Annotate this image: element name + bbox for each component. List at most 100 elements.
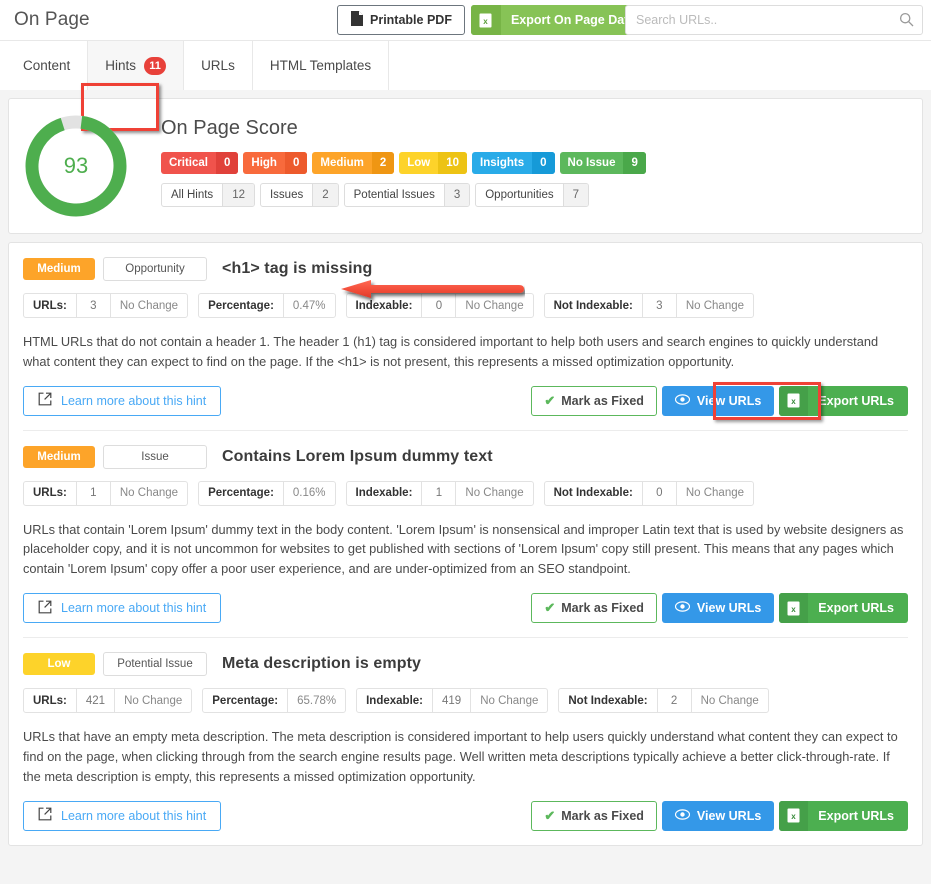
tab-content[interactable]: Content [6, 41, 89, 90]
hint-header: Medium Issue Contains Lorem Ipsum dummy … [23, 444, 908, 469]
view-urls-button[interactable]: View URLs [661, 800, 775, 831]
severity-badges: Critical 0 High 0 Medium 2 Low 10 Insigh… [161, 152, 646, 174]
hint-title: <h1> tag is missing [222, 260, 373, 277]
hint-action-buttons: ✔ Mark as Fixed View URLs x Export URLs [531, 800, 908, 831]
hint-title: Meta description is empty [222, 655, 421, 673]
header-actions: Printable PDF x Export On Page Data [337, 5, 650, 35]
stat-value: 3 [641, 294, 676, 317]
severity-badge-low[interactable]: Low 10 [399, 152, 468, 174]
severity-badge-insights[interactable]: Insights 0 [472, 152, 555, 174]
learn-more-button[interactable]: Learn more about this hint [23, 385, 222, 416]
stat-key: Indexable: [355, 487, 413, 500]
score-details: On Page Score Critical 0 High 0 Medium 2… [129, 113, 646, 219]
on-page-score-card: 93 On Page Score Critical 0 High 0 Mediu… [8, 98, 923, 234]
export-urls-button[interactable]: x Export URLs [779, 385, 908, 416]
hint-header: Low Potential Issue Meta description is … [23, 652, 908, 677]
stat-percentage: Percentage: 0.16% [198, 480, 336, 506]
stat-urls: URLs: 421 No Change [23, 688, 193, 714]
severity-badge-no-issue[interactable]: No Issue 9 [559, 152, 646, 174]
severity-count: 0 [284, 152, 308, 174]
hint-severity-badge[interactable]: Medium [23, 258, 95, 280]
stat-value: 3 [75, 294, 110, 317]
filter-issues[interactable]: Issues 2 [259, 183, 339, 207]
hint-type-badge[interactable]: Potential Issue [103, 652, 207, 677]
hint-description: URLs that have an empty meta description… [23, 729, 898, 784]
severity-label: Medium [320, 157, 364, 169]
stat-change: No Change [690, 689, 768, 713]
printable-pdf-button[interactable]: Printable PDF [337, 5, 465, 35]
stat-not-indexable: Not Indexable: 0 No Change [543, 480, 755, 506]
hint-title: Contains Lorem Ipsum dummy text [222, 447, 493, 465]
severity-label: High [251, 157, 277, 169]
export-urls-label: Export URLs [818, 393, 894, 408]
hint-severity-badge[interactable]: Low [23, 653, 95, 676]
severity-count: 2 [371, 152, 395, 174]
stat-value: 0.16% [282, 481, 335, 505]
export-on-page-data-button[interactable]: x Export On Page Data [470, 5, 650, 35]
tab-hints[interactable]: Hints 11 [88, 41, 185, 90]
external-link-icon [38, 392, 52, 409]
filter-all-hints[interactable]: All Hints 12 [161, 183, 255, 207]
score-donut-chart: 93 [23, 113, 129, 219]
tab-hints-label: Hints [105, 58, 137, 73]
view-urls-button[interactable]: View URLs [661, 593, 775, 624]
search-urls-input[interactable] [625, 5, 923, 35]
filter-count: 2 [312, 184, 338, 206]
hint-stats: URLs: 3 No Change Percentage: 0.47% Inde… [23, 293, 908, 318]
mark-as-fixed-label: Mark as Fixed [561, 601, 644, 616]
external-link-icon [38, 600, 52, 617]
hint-type-badge[interactable]: Issue [103, 444, 207, 469]
score-title: On Page Score [161, 117, 298, 139]
severity-badge-medium[interactable]: Medium 2 [312, 152, 395, 174]
hints-count-badge: 11 [144, 56, 167, 75]
tab-bar: Content Hints 11 URLs HTML Templates [0, 40, 931, 131]
hint-description: URLs that contain 'Lorem Ipsum' dummy te… [23, 521, 904, 577]
view-urls-button[interactable]: View URLs [661, 385, 775, 416]
export-urls-button[interactable]: x Export URLs [779, 800, 908, 831]
learn-more-button[interactable]: Learn more about this hint [23, 800, 222, 831]
export-urls-button[interactable]: x Export URLs [779, 593, 908, 624]
printable-pdf-label: Printable PDF [370, 13, 452, 27]
tab-urls[interactable]: URLs [184, 41, 253, 90]
hint-severity-badge[interactable]: Medium [23, 445, 95, 468]
check-icon: ✔ [544, 392, 556, 408]
stat-value: 65.78% [287, 689, 345, 713]
learn-more-button[interactable]: Learn more about this hint [23, 593, 222, 624]
search-icon[interactable] [899, 12, 914, 27]
eye-icon [674, 601, 691, 615]
severity-count: 0 [216, 152, 239, 174]
stat-key: URLs: [33, 694, 67, 707]
mark-as-fixed-button[interactable]: ✔ Mark as Fixed [531, 385, 657, 416]
filter-opportunities[interactable]: Opportunities 7 [475, 183, 590, 207]
hint-filters: All Hints 12 Issues 2 Potential Issues 3… [161, 183, 646, 207]
tab-html-templates-label: HTML Templates [269, 58, 372, 73]
mark-as-fixed-label: Mark as Fixed [561, 393, 644, 408]
svg-text:x: x [792, 812, 797, 821]
view-urls-label: View URLs [696, 808, 762, 823]
stat-percentage: Percentage: 65.78% [202, 688, 347, 714]
page-header: On Page Printable PDF x Export On Page D… [0, 0, 931, 40]
mark-as-fixed-button[interactable]: ✔ Mark as Fixed [531, 593, 657, 624]
mark-as-fixed-button[interactable]: ✔ Mark as Fixed [531, 800, 657, 831]
filter-potential-issues[interactable]: Potential Issues 3 [343, 183, 471, 207]
stat-key: Indexable: [366, 694, 423, 707]
filter-count: 3 [443, 184, 470, 206]
stat-key: Not Indexable: [568, 694, 648, 707]
hint-action-buttons: ✔ Mark as Fixed View URLs x Export URLs [531, 593, 908, 624]
severity-badge-critical[interactable]: Critical 0 [161, 152, 239, 174]
external-link-icon [38, 807, 52, 824]
learn-more-label: Learn more about this hint [61, 601, 207, 616]
learn-more-label: Learn more about this hint [61, 808, 207, 823]
spreadsheet-icon: x [779, 800, 809, 831]
hint-type-badge[interactable]: Opportunity [103, 257, 207, 281]
stat-indexable: Indexable: 0 No Change [345, 293, 534, 318]
severity-badge-high[interactable]: High 0 [243, 152, 308, 174]
stat-change: No Change [455, 294, 532, 317]
tab-urls-label: URLs [201, 58, 235, 73]
stat-change: No Change [109, 481, 187, 505]
stat-percentage: Percentage: 0.47% [198, 293, 336, 318]
stat-key: Not Indexable: [553, 299, 633, 312]
tab-html-templates[interactable]: HTML Templates [252, 41, 390, 90]
hint-actions: Learn more about this hint ✔ Mark as Fix… [23, 381, 908, 420]
export-urls-label: Export URLs [818, 601, 894, 616]
